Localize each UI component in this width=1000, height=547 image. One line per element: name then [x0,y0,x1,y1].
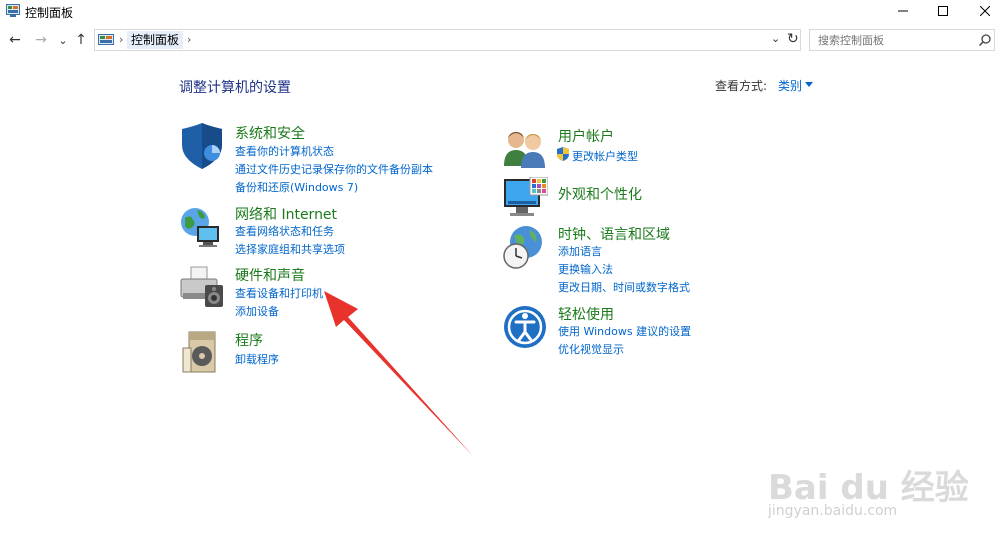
category-system-security: 系统和安全 查看你的计算机状态 通过文件历史记录保存你的文件备份副本 备份和还原… [179,123,499,195]
category-appearance-personalization: 外观和个性化 [502,177,822,222]
category-network-internet: 网络和 Internet 查看网络状态和任务 选择家庭组和共享选项 [179,204,499,257]
chevron-down-icon: ⌄ [58,33,68,47]
link-view-computer-status[interactable]: 查看你的计算机状态 [235,143,334,159]
chevron-down-icon[interactable] [805,82,813,87]
view-by-label: 查看方式: [715,79,768,93]
up-button[interactable]: ↑ [72,30,90,50]
clock-globe-icon[interactable] [502,224,548,270]
category-title[interactable]: 网络和 Internet [235,204,337,224]
category-title[interactable]: 硬件和声音 [235,265,305,285]
link-optimize-visual-display[interactable]: 优化视觉显示 [558,341,624,357]
forward-button[interactable]: → [32,30,50,50]
users-icon[interactable] [502,126,548,172]
search-icon[interactable] [978,33,992,47]
category-title[interactable]: 时钟、语言和区域 [558,224,670,244]
category-user-accounts: 用户帐户 更改帐户类型 [502,126,822,171]
link-file-history[interactable]: 通过文件历史记录保存你的文件备份副本 [235,161,433,177]
category-title[interactable]: 用户帐户 [558,126,614,146]
baidu-watermark-logo: Bai du 经验 [768,468,969,508]
network-globe-icon[interactable] [179,204,225,250]
category-clock-language-region: 时钟、语言和区域 添加语言 更换输入法 更改日期、时间或数字格式 [502,224,822,294]
link-change-account-type[interactable]: 更改帐户类型 [572,148,638,164]
breadcrumb-chevron-icon[interactable]: › [119,33,123,46]
link-network-status[interactable]: 查看网络状态和任务 [235,223,334,239]
link-change-input-method[interactable]: 更换输入法 [558,261,613,277]
category-title[interactable]: 外观和个性化 [558,184,642,204]
accessibility-icon[interactable] [502,304,548,350]
programs-icon[interactable] [179,330,225,376]
shield-icon[interactable] [179,123,225,169]
page-title: 调整计算机的设置 [179,80,291,96]
close-button[interactable] [962,0,1000,22]
view-by-dropdown[interactable]: 类别 [778,77,802,94]
printer-icon[interactable] [179,265,225,311]
breadcrumb-chevron-icon[interactable]: › [187,33,191,46]
link-devices-printers[interactable]: 查看设备和打印机 [235,285,323,301]
category-title[interactable]: 程序 [235,330,263,350]
minimize-icon [898,10,908,12]
link-add-device[interactable]: 添加设备 [235,303,279,319]
baidu-watermark-url: jingyan.baidu.com [768,503,898,519]
search-box[interactable] [809,29,995,51]
link-homegroup-sharing[interactable]: 选择家庭组和共享选项 [235,241,345,257]
category-title[interactable]: 系统和安全 [235,123,305,143]
recent-locations-button[interactable]: ⌄ [54,30,72,50]
category-hardware-sound: 硬件和声音 查看设备和打印机 添加设备 [179,265,499,320]
link-windows-recommended-settings[interactable]: 使用 Windows 建议的设置 [558,323,691,339]
address-dropdown-icon[interactable]: ⌄ [771,32,780,45]
navigation-bar: ← → ⌄ ↑ › 控制面板 › ⌄ ↻ [0,28,1000,52]
back-button[interactable]: ← [6,30,24,50]
maximize-button[interactable] [920,0,966,22]
window-title: 控制面板 [25,6,74,20]
title-bar: 控制面板 [0,0,1000,24]
maximize-icon [938,6,948,16]
category-title[interactable]: 轻松使用 [558,304,614,324]
uac-shield-icon [557,147,569,161]
category-ease-of-access: 轻松使用 使用 Windows 建议的设置 优化视觉显示 [502,304,822,357]
refresh-icon[interactable]: ↻ [787,31,799,47]
link-change-date-time-format[interactable]: 更改日期、时间或数字格式 [558,279,690,295]
close-icon [980,6,990,16]
link-backup-restore[interactable]: 备份和还原(Windows 7) [235,179,358,195]
link-uninstall-program[interactable]: 卸载程序 [235,351,279,367]
forward-arrow-icon: → [35,32,47,48]
control-panel-icon [98,34,114,45]
back-arrow-icon: ← [9,32,21,48]
up-arrow-icon: ↑ [75,32,87,48]
search-input[interactable] [818,32,968,48]
control-panel-icon [6,4,20,17]
monitor-personalize-icon[interactable] [502,177,548,223]
address-bar[interactable]: › 控制面板 › ⌄ ↻ [94,29,801,51]
category-programs: 程序 卸载程序 [179,330,499,375]
breadcrumb-control-panel[interactable]: 控制面板 [127,31,184,49]
link-add-language[interactable]: 添加语言 [558,243,602,259]
